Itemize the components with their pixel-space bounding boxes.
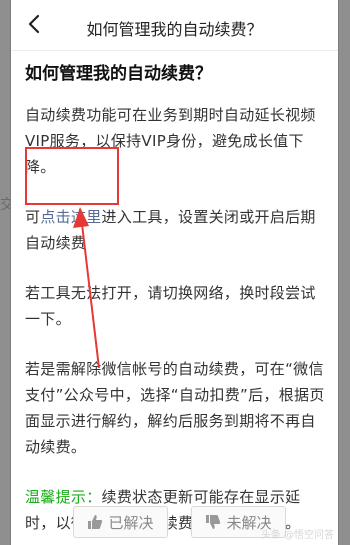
solved-button[interactable]: 已解决: [73, 506, 168, 538]
solved-label: 已解决: [108, 513, 154, 532]
article-title: 如何管理我的自动续费？: [25, 64, 212, 84]
paragraph-tool: 可点击这里进入工具，设置关闭或开启后期自动续费: [25, 204, 325, 256]
click-here-link[interactable]: 点击这里: [40, 208, 101, 226]
paragraph-network: 若工具无法打开，请切换网络，换时段尝试一下。: [25, 284, 316, 328]
article-content: 如何管理我的自动续费？ 自动续费功能可在业务到期时自动延长视频VIP服务，以保持…: [25, 54, 325, 545]
annotation-highlight-box: [25, 147, 119, 205]
paragraph-tool-prefix: 可: [25, 208, 41, 226]
watermark: 头条 @悟空问答: [260, 530, 334, 541]
back-button[interactable]: [21, 10, 49, 38]
page-title: 如何管理我的自动续费？: [86, 20, 263, 39]
thumbs-up-icon: [88, 515, 103, 529]
chevron-left-icon: [28, 14, 40, 34]
thumbs-down-icon: [206, 515, 221, 529]
right-background-strip: [336, 0, 350, 545]
tip-label: 温馨提示：: [25, 488, 102, 506]
phone-screen: 如何管理我的自动续费？ 如何管理我的自动续费？ 自动续费功能可在业务到期时自动延…: [11, 0, 338, 545]
nav-header: 如何管理我的自动续费？: [11, 0, 338, 51]
paragraph-wechat: 若是需解除微信帐号的自动续费，可在“微信支付”公众号中，选择“自动扣费”后，根据…: [25, 360, 325, 456]
